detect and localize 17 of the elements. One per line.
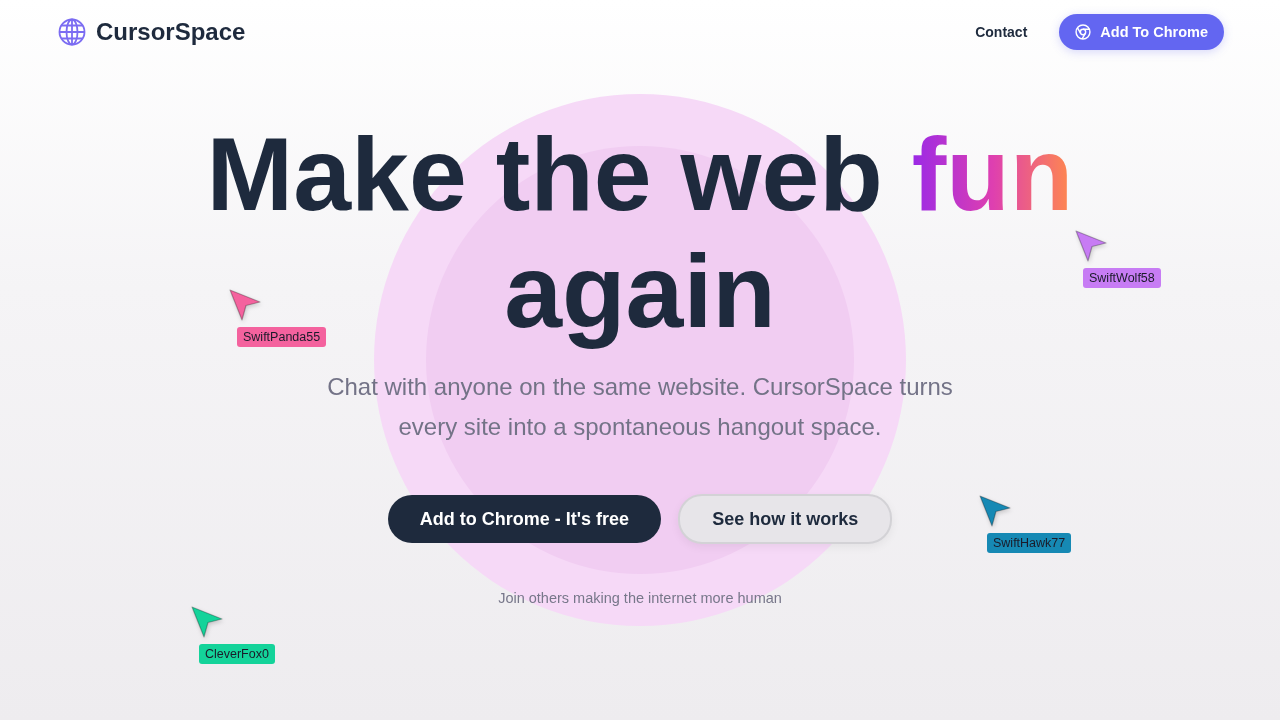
cursor-arrow-icon [979,495,1011,527]
globe-icon [58,18,86,46]
add-to-chrome-button[interactable]: Add to Chrome - It's free [387,495,662,543]
user-name-tag: SwiftWolf58 [1083,268,1161,288]
cursor-arrow-icon [191,606,223,638]
logo-text: CursorSpace [96,18,246,46]
user-name-tag: SwiftPanda55 [237,327,327,347]
subtitle: Chat with anyone on the same website. CursorSpace turns every site into a spontaneous hangout space. [326,372,954,442]
chrome-icon [1075,24,1092,40]
add-to-chrome-button[interactable]: Add To Chrome [1059,14,1224,50]
cursor-arrow-icon [1075,230,1107,262]
user-name-tag: CleverFox0 [199,644,275,664]
tagline: Join others making the internet more human [498,589,782,608]
contact-link[interactable]: Contact [975,24,1028,40]
cursor-arrow-icon [229,289,261,321]
user-name-tag: SwiftHawk77 [987,533,1072,553]
how-it-works-button[interactable]: See how it works [678,494,893,544]
